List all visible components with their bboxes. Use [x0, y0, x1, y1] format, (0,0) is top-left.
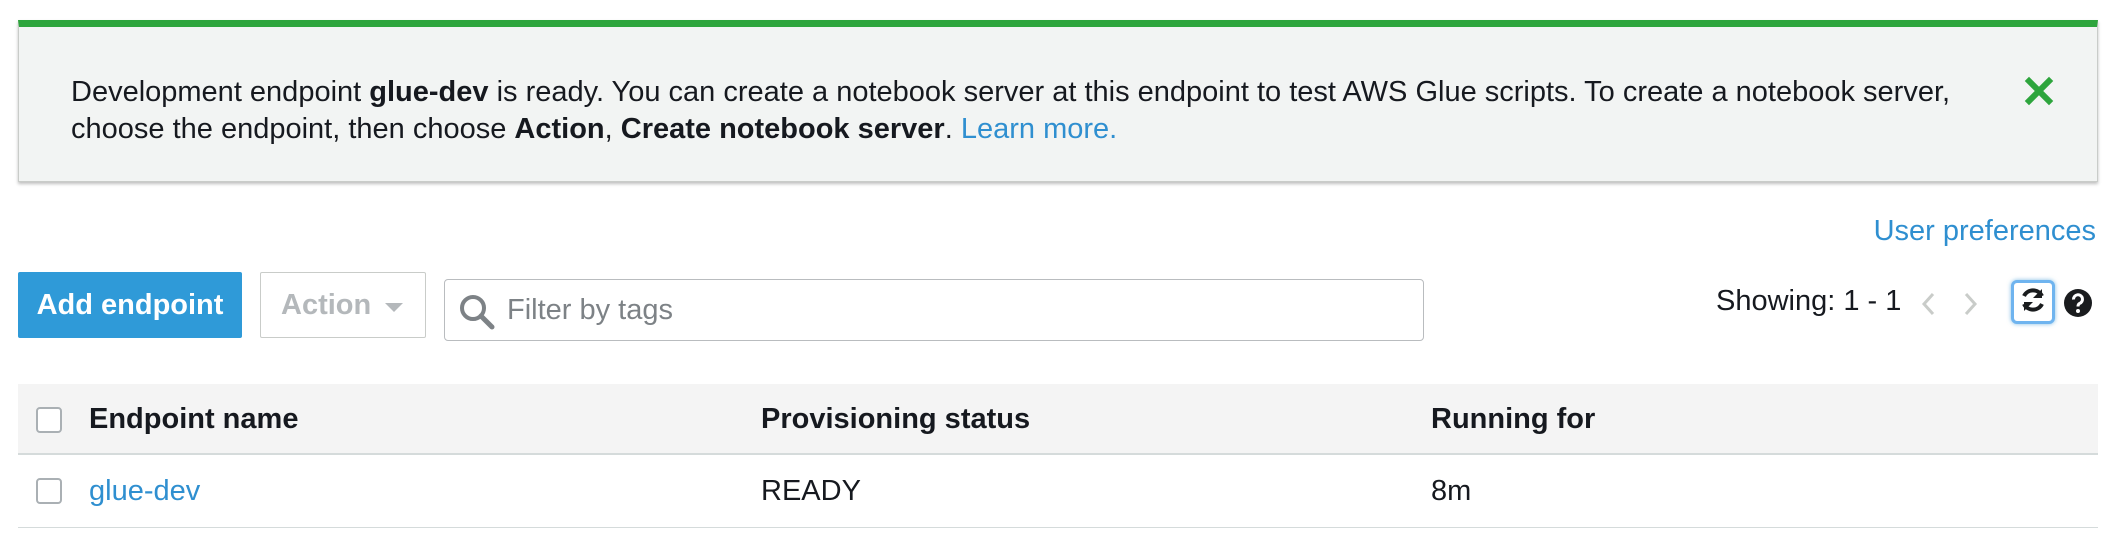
- help-icon[interactable]: [2063, 288, 2093, 318]
- banner-text: Development endpoint: [71, 76, 370, 108]
- table-row[interactable]: glue-dev READY 8m: [18, 455, 2098, 528]
- filter-by-tags[interactable]: [444, 279, 1424, 341]
- action-dropdown[interactable]: Action: [260, 272, 426, 338]
- close-icon[interactable]: [2021, 73, 2057, 109]
- row-checkbox[interactable]: [36, 478, 62, 504]
- banner-create-word: Create notebook server: [620, 113, 945, 145]
- select-all-checkbox[interactable]: [36, 407, 62, 433]
- refresh-icon: [2018, 285, 2048, 320]
- pagination-summary: Showing: 1 - 1: [1716, 285, 1902, 317]
- banner-endpoint-name: glue-dev: [369, 76, 489, 108]
- banner-text: .: [944, 113, 961, 145]
- chevron-left-icon[interactable]: [1915, 288, 1943, 320]
- success-banner: Development endpoint glue-dev is ready. …: [18, 20, 2098, 182]
- search-icon: [457, 292, 497, 332]
- table-header: Endpoint name Provisioning status Runnin…: [18, 384, 2098, 455]
- endpoint-name-link[interactable]: glue-dev: [89, 473, 200, 509]
- learn-more-link[interactable]: Learn more.: [961, 113, 1117, 145]
- banner-message: Development endpoint glue-dev is ready. …: [71, 74, 1971, 148]
- endpoints-table: Endpoint name Provisioning status Runnin…: [18, 384, 2098, 528]
- action-dropdown-label: Action: [281, 288, 372, 321]
- column-header-running-for[interactable]: Running for: [1431, 401, 1595, 437]
- banner-text: ,: [604, 113, 621, 145]
- chevron-right-icon[interactable]: [1956, 288, 1984, 320]
- banner-action-word: Action: [514, 113, 605, 145]
- column-header-provisioning-status[interactable]: Provisioning status: [761, 401, 1030, 437]
- refresh-button[interactable]: [2011, 280, 2055, 324]
- caret-down-icon: [385, 303, 403, 312]
- user-preferences-link[interactable]: User preferences: [1874, 215, 2096, 248]
- running-for: 8m: [1431, 475, 1472, 507]
- add-endpoint-button[interactable]: Add endpoint: [18, 272, 242, 338]
- column-header-endpoint-name[interactable]: Endpoint name: [89, 401, 298, 437]
- filter-input[interactable]: [505, 280, 1405, 340]
- provisioning-status: READY: [761, 475, 861, 507]
